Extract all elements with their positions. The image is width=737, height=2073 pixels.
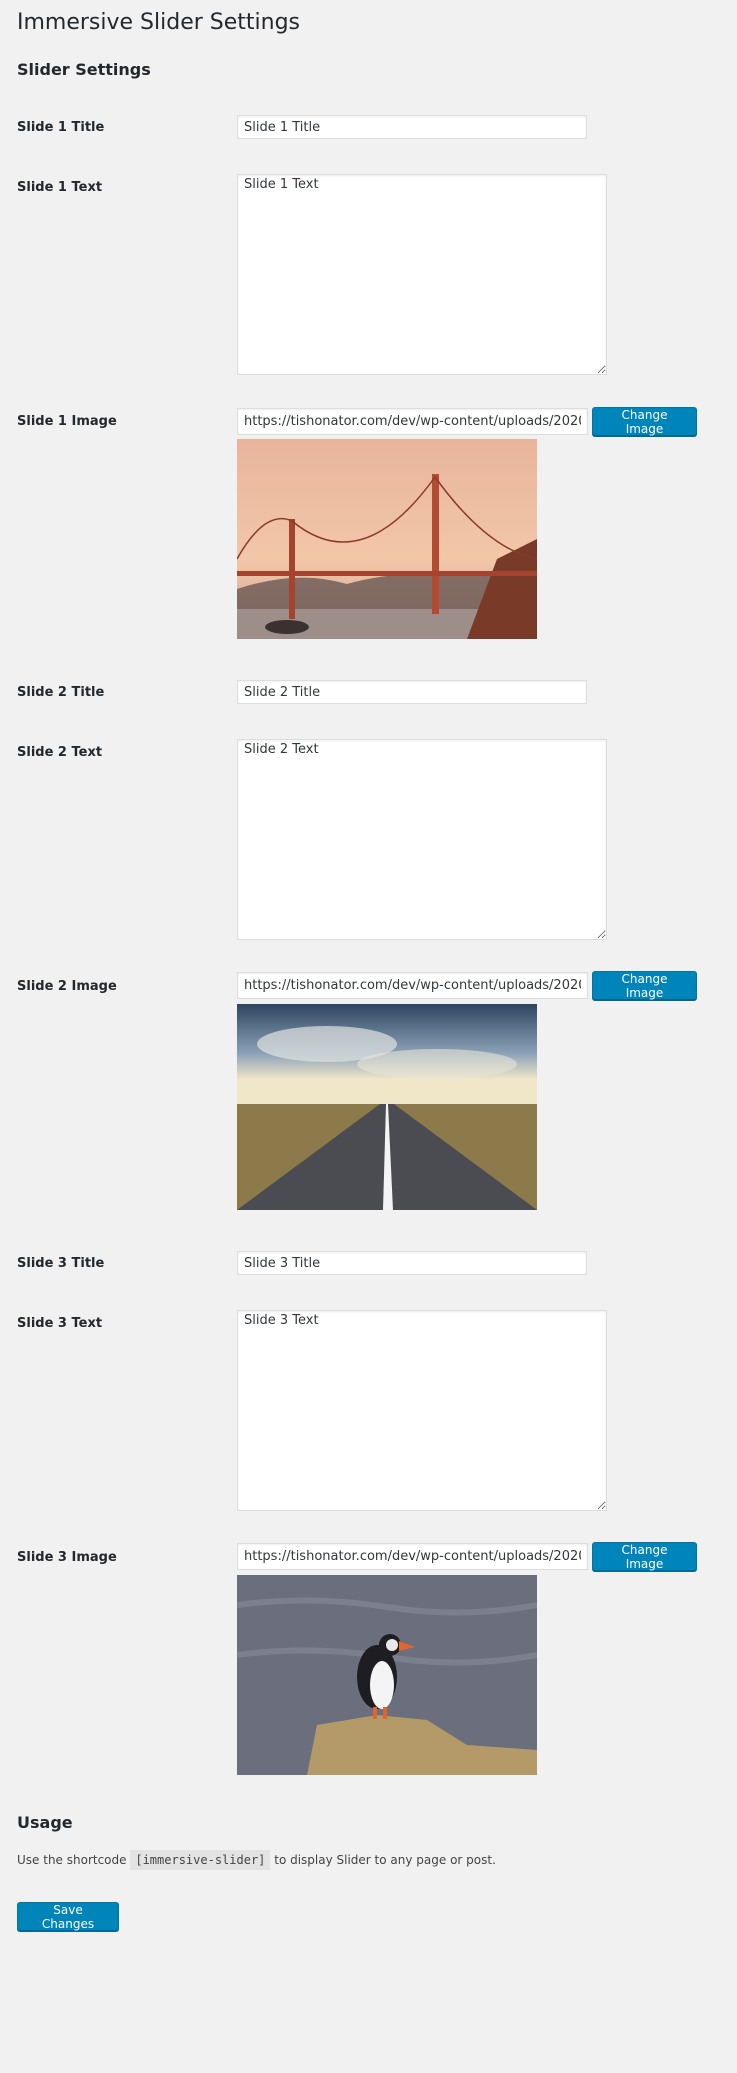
save-changes-button[interactable]: Save Changes	[17, 1902, 119, 1931]
slide-1-image-preview	[237, 439, 537, 639]
slide-3-text-label: Slide 3 Text	[17, 1316, 103, 1331]
usage-text-after: to display Slider to any page or post.	[274, 1853, 496, 1867]
slide-2-title-input[interactable]	[237, 680, 587, 704]
usage-text-before: Use the shortcode	[17, 1853, 127, 1867]
slide-2-text-area[interactable]: Slide 2 Text	[237, 739, 607, 940]
slide-2-text-label: Slide 2 Text	[17, 745, 103, 760]
section-title-slider-settings: Slider Settings	[17, 60, 151, 79]
slide-3-text-area[interactable]: Slide 3 Text	[237, 1310, 607, 1511]
slide-3-change-image-button[interactable]: Change Image	[592, 1542, 697, 1571]
slide-2-image-label: Slide 2 Image	[17, 979, 117, 994]
shortcode: [immersive-slider]	[130, 1850, 271, 1870]
slide-2-image-url-input[interactable]	[237, 972, 588, 999]
slide-2-change-image-button[interactable]: Change Image	[592, 971, 697, 1000]
slide-1-title-label: Slide 1 Title	[17, 120, 105, 135]
slide-2-title-label: Slide 2 Title	[17, 685, 105, 700]
usage-description: Use the shortcode [immersive-slider] to …	[17, 1850, 496, 1870]
slide-1-text-area[interactable]: Slide 1 Text	[237, 174, 607, 375]
slide-1-text-label: Slide 1 Text	[17, 180, 103, 195]
slide-1-change-image-button[interactable]: Change Image	[592, 407, 697, 436]
page-title: Immersive Slider Settings	[17, 10, 301, 35]
puffin-image	[237, 1575, 537, 1775]
slide-2-image-preview	[237, 1004, 537, 1210]
slide-3-image-url-input[interactable]	[237, 1543, 588, 1570]
slide-1-title-input[interactable]	[237, 115, 587, 139]
slide-3-image-preview	[237, 1575, 537, 1775]
slide-3-title-label: Slide 3 Title	[17, 1256, 105, 1271]
settings-page: Immersive Slider Settings Slider Setting…	[0, 0, 737, 2073]
slide-1-image-url-input[interactable]	[237, 408, 588, 435]
slide-3-image-label: Slide 3 Image	[17, 1550, 117, 1565]
slide-1-image-label: Slide 1 Image	[17, 414, 117, 429]
bridge-image	[237, 439, 537, 639]
slide-3-title-input[interactable]	[237, 1251, 587, 1275]
road-image	[237, 1004, 537, 1210]
section-title-usage: Usage	[17, 1813, 73, 1832]
